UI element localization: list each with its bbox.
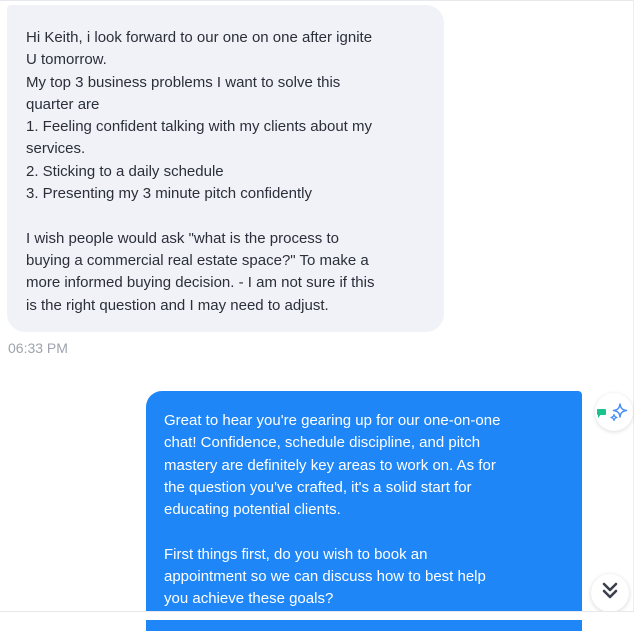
- double-chevron-down-icon: [602, 582, 618, 605]
- incoming-message-bubble: Hi Keith, i look forward to our one on o…: [7, 5, 444, 332]
- message-timestamp: 06:33 PM: [8, 340, 68, 356]
- flag-icon: [597, 407, 607, 425]
- ai-sparkle-icon: [609, 402, 629, 427]
- outgoing-message-bubble: Great to hear you're gearing up for our …: [146, 391, 582, 631]
- ai-generated-badge[interactable]: [595, 393, 633, 431]
- top-divider: [0, 0, 634, 1]
- scroll-to-bottom-button[interactable]: [591, 574, 629, 612]
